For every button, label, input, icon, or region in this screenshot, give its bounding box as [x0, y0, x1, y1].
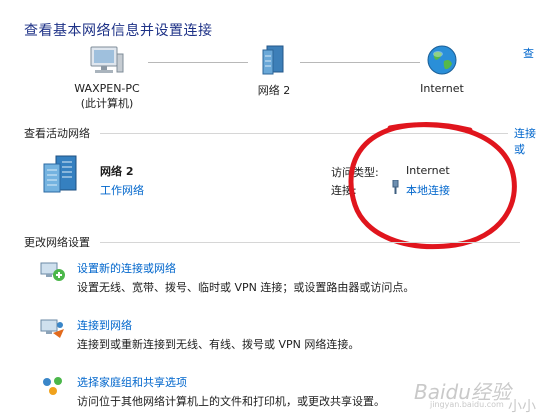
connect-network-icon — [40, 319, 64, 338]
setup-connection-icon — [40, 262, 65, 281]
watermark-corner: 小小 — [508, 399, 536, 415]
watermark-url: jingyan.baidu.com — [430, 400, 504, 409]
homegroup-sharing-description: 访问位于其他网络计算机上的文件和打印机，或更改共享设置。 — [77, 395, 385, 408]
section-divider — [100, 242, 520, 243]
setup-connection-description: 设置无线、宽带、拨号、临时或 VPN 连接；或设置路由器或访问点。 — [77, 281, 415, 294]
setup-connection-link[interactable]: 设置新的连接或网络 — [77, 260, 176, 276]
change-settings-heading: 更改网络设置 — [24, 236, 90, 249]
homegroup-icon — [43, 377, 62, 395]
task-setup-connection[interactable]: 设置新的连接或网络 设置无线、宽带、拨号、临时或 VPN 连接；或设置路由器或访… — [40, 260, 500, 296]
connect-to-network-description: 连接到或重新连接到无线、有线、拨号或 VPN 网络连接。 — [77, 338, 360, 351]
homegroup-sharing-link[interactable]: 选择家庭组和共享选项 — [77, 374, 187, 390]
task-connect-to-network[interactable]: 连接到网络 连接到或重新连接到无线、有线、拨号或 VPN 网络连接。 — [40, 317, 500, 353]
red-annotation-circle — [348, 121, 517, 250]
connect-to-network-link[interactable]: 连接到网络 — [77, 317, 132, 333]
